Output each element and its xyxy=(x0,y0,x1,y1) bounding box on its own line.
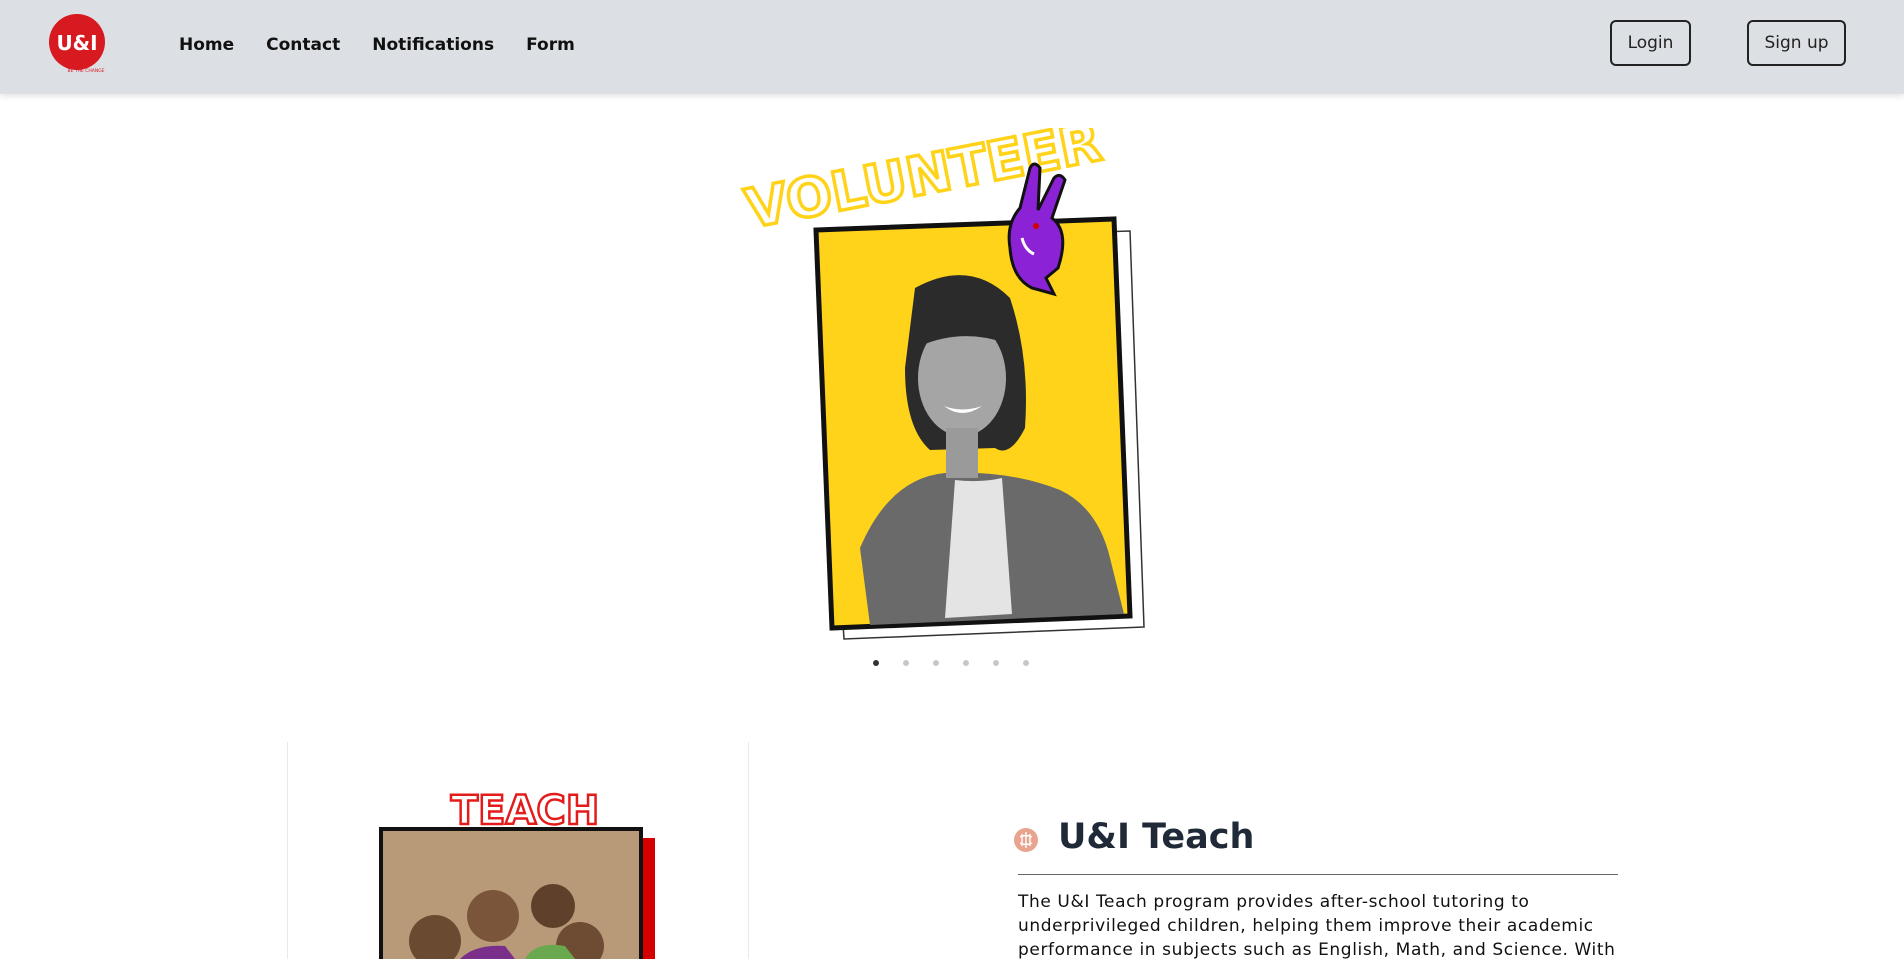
main-nav: Home Contact Notifications Form xyxy=(179,0,575,90)
nav-form[interactable]: Form xyxy=(526,35,575,55)
carousel-dot-4[interactable] xyxy=(963,660,969,666)
carousel-dot-1[interactable] xyxy=(873,660,879,666)
svg-text:BE THE CHANGE: BE THE CHANGE xyxy=(67,68,104,74)
program-description: The U&I Teach program provides after-sch… xyxy=(1018,892,1616,959)
nav-contact[interactable]: Contact xyxy=(266,35,340,55)
signup-button[interactable]: Sign up xyxy=(1747,20,1846,66)
program-title: U&I Teach xyxy=(1058,817,1255,857)
title-divider xyxy=(1018,874,1618,875)
hero-carousel: VOLUNTEER xyxy=(740,128,1160,648)
teach-image: TEACH xyxy=(379,787,655,959)
carousel-dot-3[interactable] xyxy=(933,660,939,666)
carousel-dot-2[interactable] xyxy=(903,660,909,666)
nav-home[interactable]: Home xyxy=(179,35,234,55)
svg-text:U&I: U&I xyxy=(56,31,97,55)
logo-icon: U&I BE THE CHANGE xyxy=(49,14,105,74)
carousel-dots xyxy=(873,660,1029,666)
carousel-dot-6[interactable] xyxy=(1023,660,1029,666)
carousel-dot-5[interactable] xyxy=(993,660,999,666)
volunteer-slide-image[interactable]: VOLUNTEER xyxy=(740,128,1160,648)
login-button[interactable]: Login xyxy=(1610,20,1691,66)
nav-notifications[interactable]: Notifications xyxy=(372,35,494,55)
top-navbar: U&I BE THE CHANGE Home Contact Notificat… xyxy=(0,0,1904,94)
brain-icon xyxy=(1014,828,1038,852)
logo[interactable]: U&I BE THE CHANGE xyxy=(48,12,108,74)
